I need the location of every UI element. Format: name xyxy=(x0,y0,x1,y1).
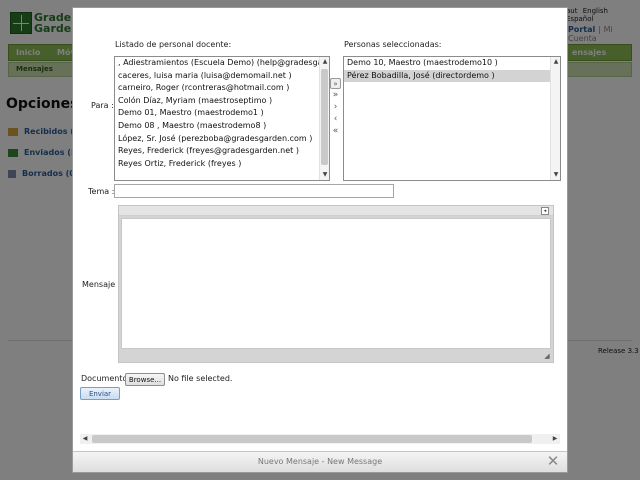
scrollbar-thumb[interactable] xyxy=(92,435,532,443)
dialog-body: Listado de personal docente: Personas se… xyxy=(73,8,567,450)
staff-option[interactable]: , Adiestramientos (Escuela Demo) (help@g… xyxy=(115,57,329,70)
scroll-down-icon[interactable]: ▼ xyxy=(321,170,329,180)
selected-options: Demo 10, Maestro (maestrodemo10 ) Pérez B… xyxy=(344,57,560,83)
editor-toolbar: ◂ xyxy=(119,206,553,216)
staff-option[interactable]: Demo 01, Maestro (maestrodemo1 ) xyxy=(115,107,329,120)
mensaje-label: Mensaje xyxy=(82,280,116,289)
remove-all-icon[interactable]: « xyxy=(330,126,341,137)
message-editor: ◂ ◢ xyxy=(118,205,554,363)
add-all-double-icon[interactable]: » xyxy=(330,90,341,101)
new-message-dialog: Listado de personal docente: Personas se… xyxy=(72,7,568,473)
tema-label: Tema : xyxy=(88,187,115,196)
selected-list-label: Personas seleccionadas: xyxy=(344,40,442,49)
para-label: Para : xyxy=(91,101,114,110)
dialog-horizontal-scrollbar[interactable]: ◀ ▶ xyxy=(80,434,560,444)
scroll-right-icon[interactable]: ▶ xyxy=(550,434,560,444)
staff-option[interactable]: López, Sr. José (perezboba@gradesgarden.… xyxy=(115,133,329,146)
selected-listbox[interactable]: Demo 10, Maestro (maestrodemo10 ) Pérez B… xyxy=(343,56,561,181)
documento-label: Documento xyxy=(81,374,128,383)
dialog-footer: Nuevo Mensaje - New Message ✕ xyxy=(73,451,567,472)
selected-option[interactable]: Demo 10, Maestro (maestrodemo10 ) xyxy=(344,57,560,70)
staff-listbox[interactable]: , Adiestramientos (Escuela Demo) (help@g… xyxy=(114,56,330,181)
scrollbar-thumb[interactable] xyxy=(321,69,328,165)
scroll-up-icon[interactable]: ▲ xyxy=(552,57,560,67)
selected-listbox-scrollbar[interactable]: ▲ ▼ xyxy=(550,57,560,180)
editor-toggle-icon[interactable]: ◂ xyxy=(541,207,549,215)
staff-options: , Adiestramientos (Escuela Demo) (help@g… xyxy=(115,57,329,170)
tema-input[interactable] xyxy=(114,184,394,198)
add-one-icon[interactable]: › xyxy=(330,102,341,113)
move-buttons: » » › ‹ « xyxy=(330,78,342,138)
dialog-title: Nuevo Mensaje - New Message xyxy=(257,457,383,466)
staff-listbox-scrollbar[interactable]: ▲ ▼ xyxy=(319,57,329,180)
scroll-down-icon[interactable]: ▼ xyxy=(552,170,560,180)
close-icon[interactable]: ✕ xyxy=(545,453,561,469)
resize-grip-icon[interactable]: ◢ xyxy=(543,352,551,360)
staff-list-label: Listado de personal docente: xyxy=(115,40,232,49)
staff-option[interactable]: caceres, luisa maria (luisa@demomail.net… xyxy=(115,70,329,83)
staff-option[interactable]: Reyes, Frederick (freyes@gradesgarden.ne… xyxy=(115,145,329,158)
add-all-icon[interactable]: » xyxy=(330,78,341,89)
file-status-text: No file selected. xyxy=(168,374,233,383)
staff-option[interactable]: Reyes Ortiz, Frederick (freyes ) xyxy=(115,158,329,171)
browse-button[interactable]: Browse... xyxy=(125,373,165,386)
staff-option[interactable]: Colón Díaz, Myriam (maestroseptimo ) xyxy=(115,95,329,108)
staff-option[interactable]: carneiro, Roger (rcontreras@hotmail.com … xyxy=(115,82,329,95)
enviar-button[interactable]: Enviar xyxy=(80,387,120,400)
message-textarea[interactable] xyxy=(121,218,551,349)
scroll-up-icon[interactable]: ▲ xyxy=(321,57,329,67)
scroll-left-icon[interactable]: ◀ xyxy=(80,434,90,444)
selected-option[interactable]: Pérez Bobadilla, José (directordemo ) xyxy=(344,69,560,83)
staff-option[interactable]: Demo 08 , Maestro (maestrodemo8 ) xyxy=(115,120,329,133)
remove-one-icon[interactable]: ‹ xyxy=(330,114,341,125)
